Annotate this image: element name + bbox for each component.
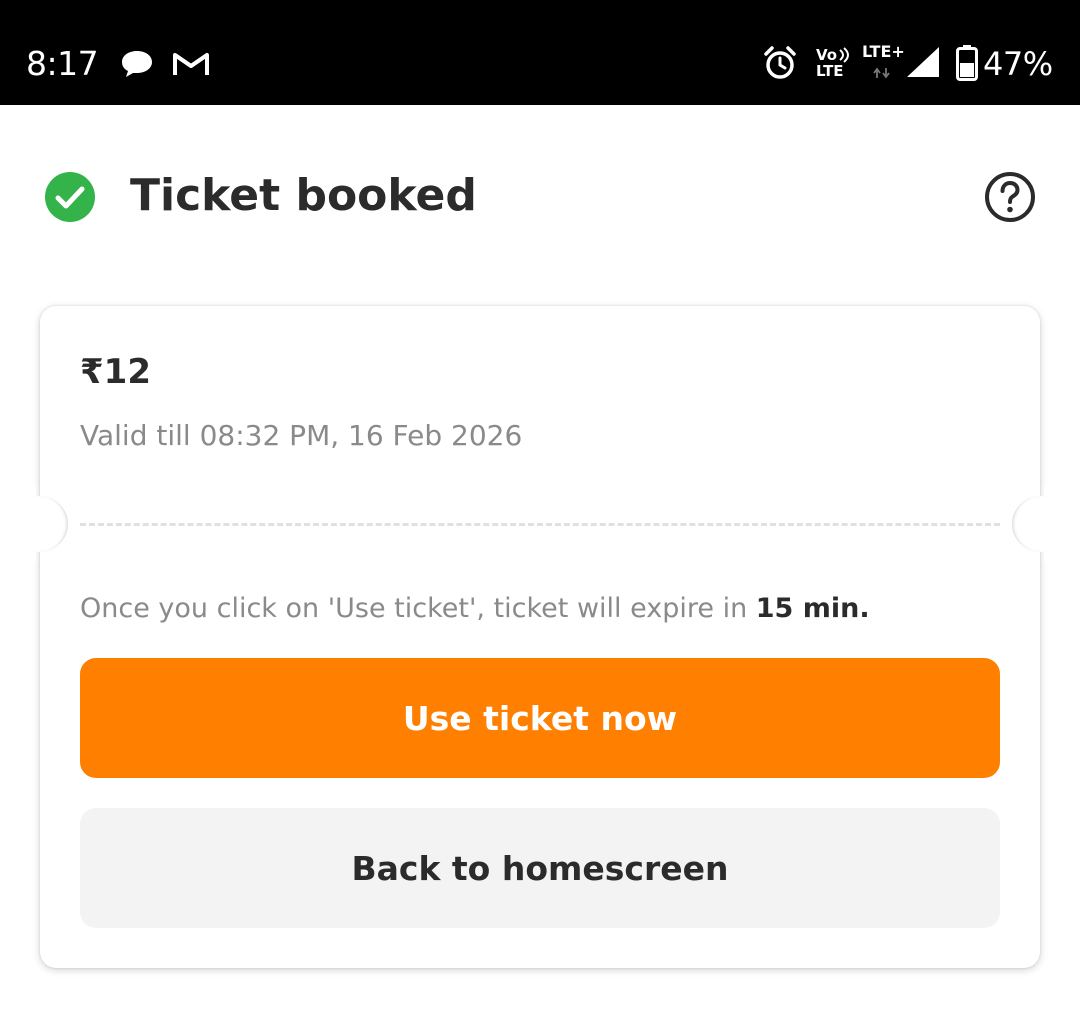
status-time: 8:17: [26, 44, 99, 83]
help-circle-icon[interactable]: [983, 170, 1037, 224]
ticket-card: ₹12 Valid till 08:32 PM, 16 Feb 2026 Onc…: [6, 306, 1074, 968]
back-to-homescreen-button[interactable]: Back to homescreen: [80, 808, 1000, 928]
alarm-icon: [764, 46, 796, 79]
chat-icon: [122, 51, 152, 77]
check-circle-icon: [45, 172, 95, 222]
expiry-note: Once you click on 'Use ticket', ticket w…: [80, 589, 870, 629]
ticket-price: ₹12: [80, 352, 151, 392]
battery-icon: [956, 45, 978, 81]
gmail-icon: [173, 53, 209, 75]
signal-icon: [907, 47, 939, 77]
use-ticket-button[interactable]: Use ticket now: [80, 658, 1000, 778]
ticket-notch-right: [1012, 496, 1068, 552]
status-bar: 8:17 Vo LTE LTE+ 47%: [0, 0, 1080, 105]
battery-percent: 47%: [983, 45, 1053, 83]
expiry-note-text: Once you click on 'Use ticket', ticket w…: [80, 593, 756, 624]
page-title: Ticket booked: [130, 170, 477, 221]
expiry-duration: 15 min.: [755, 593, 870, 624]
ticket-divider: [80, 523, 1000, 526]
ticket-validity: Valid till 08:32 PM, 16 Feb 2026: [80, 419, 523, 452]
ticket-notch-left: [12, 496, 68, 552]
